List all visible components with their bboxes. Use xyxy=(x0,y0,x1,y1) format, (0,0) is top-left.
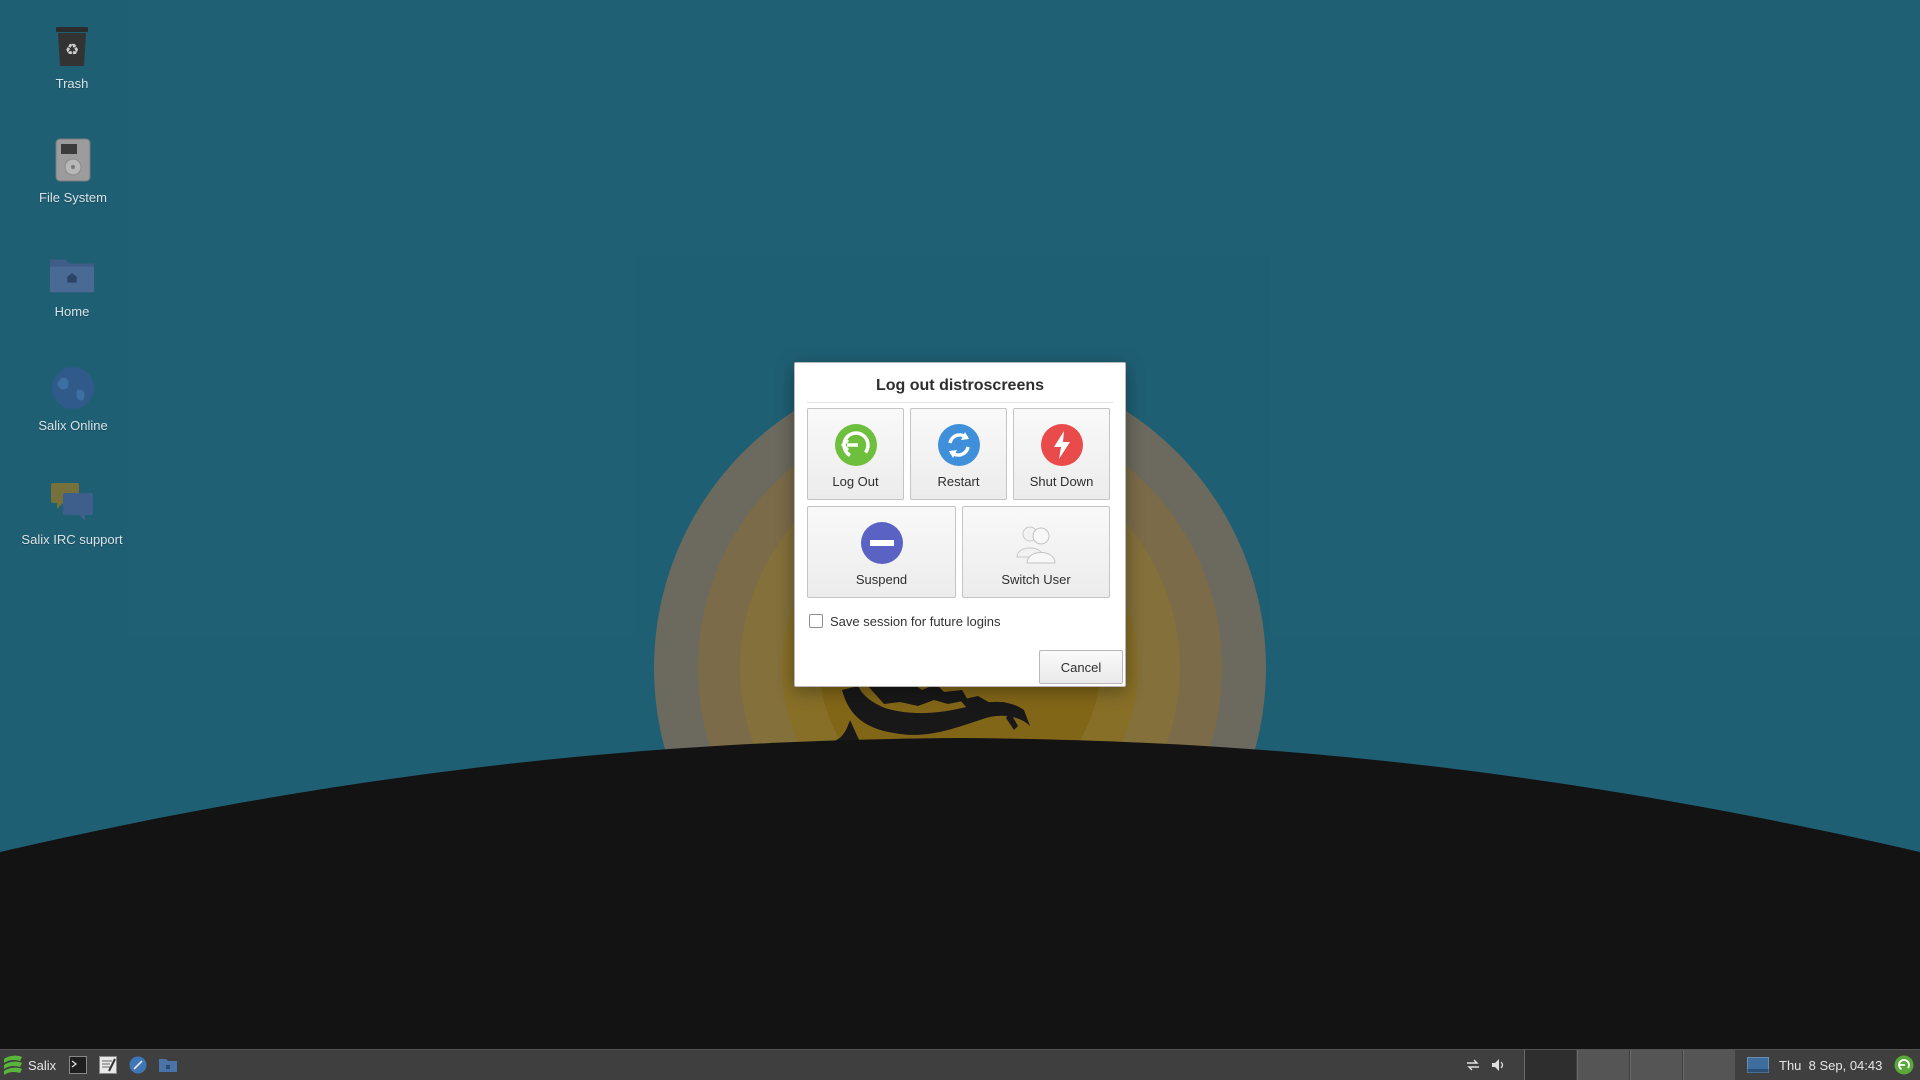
home-folder-icon xyxy=(48,250,96,298)
workspace-3[interactable] xyxy=(1630,1050,1682,1080)
log-out-label: Log Out xyxy=(832,474,879,489)
desktop-icon-salix-irc-support[interactable]: Salix IRC support xyxy=(12,478,132,548)
trash-icon: ♻ xyxy=(48,22,96,70)
applications-menu-label: Salix xyxy=(28,1057,57,1073)
switch-user-label: Switch User xyxy=(1001,572,1071,587)
shutdown-icon xyxy=(1040,424,1083,466)
restart-label: Restart xyxy=(937,474,980,489)
session-button[interactable] xyxy=(1892,1050,1916,1080)
show-desktop-icon xyxy=(1747,1057,1769,1073)
network-tray-button[interactable] xyxy=(1462,1050,1484,1080)
desktop-icon-label: Trash xyxy=(55,76,89,91)
shut-down-label: Shut Down xyxy=(1029,474,1094,489)
show-desktop-button[interactable] xyxy=(1746,1050,1770,1080)
globe-icon xyxy=(49,364,97,412)
desktop-icon-label: Salix Online xyxy=(38,418,108,433)
svg-text:♻: ♻ xyxy=(65,40,79,59)
clock[interactable]: Thu 8 Sep, 04:43 xyxy=(1779,1050,1889,1080)
web-browser-icon xyxy=(129,1056,147,1074)
terminal-launcher[interactable] xyxy=(66,1050,90,1080)
desktop-icon-home[interactable]: Home xyxy=(12,250,132,320)
cancel-button[interactable]: Cancel xyxy=(1039,650,1123,684)
applications-menu-button[interactable]: Salix xyxy=(2,1050,60,1080)
file-manager-launcher[interactable] xyxy=(156,1050,180,1080)
dialog-title: Log out distroscreens xyxy=(875,377,1045,394)
session-icon xyxy=(1894,1055,1914,1075)
desktop-icon-label: Home xyxy=(54,304,90,319)
desktop-icon-label: File System xyxy=(39,190,107,205)
volume-tray-button[interactable] xyxy=(1488,1050,1510,1080)
log-out-button[interactable]: Log Out xyxy=(807,408,904,500)
volume-icon xyxy=(1492,1059,1504,1071)
suspend-button[interactable]: Suspend xyxy=(807,506,956,598)
save-session-label: Save session for future logins xyxy=(830,613,1001,629)
desktop: ♻ Trash File System Home Salix Online Sa… xyxy=(0,0,1920,1080)
salix-logo-icon xyxy=(4,1055,22,1075)
workspace-4[interactable] xyxy=(1683,1050,1735,1080)
web-browser-launcher[interactable] xyxy=(126,1050,150,1080)
restart-icon xyxy=(937,424,980,466)
workspace-2[interactable] xyxy=(1577,1050,1629,1080)
desktop-icon-trash[interactable]: ♻ Trash xyxy=(12,22,132,92)
workspace-1[interactable] xyxy=(1524,1050,1576,1080)
restart-button[interactable]: Restart xyxy=(910,408,1007,500)
text-editor-icon xyxy=(99,1056,117,1074)
file-manager-icon xyxy=(159,1059,177,1072)
network-icon xyxy=(1467,1059,1479,1071)
terminal-icon xyxy=(69,1056,87,1074)
taskbar: Salix Thu 8 Sep, 04:43 xyxy=(0,1049,1920,1080)
save-session-checkbox[interactable] xyxy=(809,614,823,628)
switch-user-button[interactable]: Switch User xyxy=(962,506,1110,598)
desktop-icon-label: Salix IRC support xyxy=(21,532,123,547)
desktop-icon-file-system[interactable]: File System xyxy=(13,136,133,206)
shut-down-button[interactable]: Shut Down xyxy=(1013,408,1110,500)
logout-dialog: Log out distroscreens Log Out Restart Sh… xyxy=(794,362,1126,687)
suspend-label: Suspend xyxy=(855,572,908,587)
drive-icon xyxy=(49,136,97,184)
save-session-row[interactable]: Save session for future logins xyxy=(809,612,1001,630)
suspend-icon xyxy=(860,522,903,564)
desktop-icon-salix-online[interactable]: Salix Online xyxy=(13,364,133,434)
title-divider xyxy=(807,402,1113,403)
chat-icon xyxy=(48,478,96,526)
logout-icon xyxy=(834,424,877,466)
switch-user-icon xyxy=(1016,526,1056,564)
text-editor-launcher[interactable] xyxy=(96,1050,120,1080)
